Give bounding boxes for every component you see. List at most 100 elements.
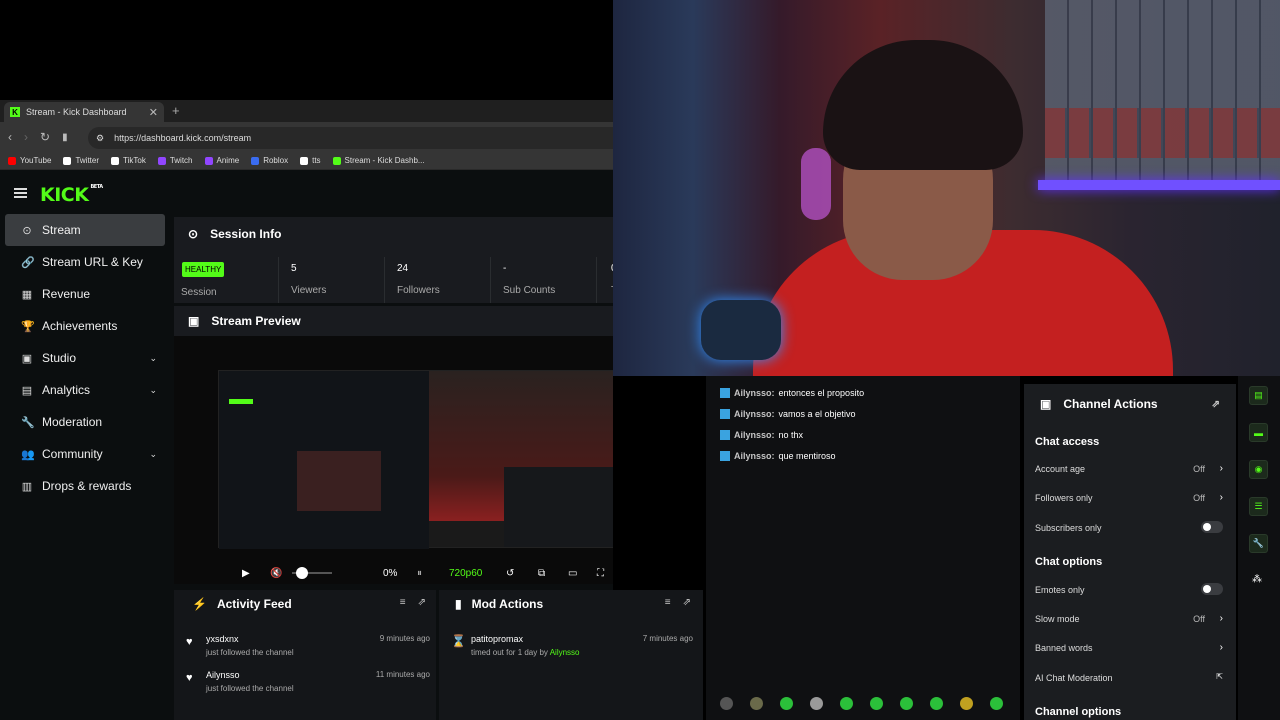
ai-moderation-row[interactable]: AI Chat Moderation ⇱ bbox=[1035, 672, 1223, 683]
more-icon[interactable]: ⁂ bbox=[1252, 574, 1262, 585]
feed-user[interactable]: Ailynsso bbox=[206, 670, 240, 680]
play-icon[interactable]: ▶ bbox=[242, 568, 250, 579]
emote-icon[interactable] bbox=[900, 697, 913, 710]
popout-icon[interactable]: ⇗ bbox=[418, 597, 426, 608]
heart-icon: ♥ bbox=[186, 672, 193, 684]
preview-icon: ▣ bbox=[188, 314, 200, 328]
sidebar-item-moderation[interactable]: 🔧 Moderation bbox=[5, 406, 165, 438]
subs-stat: - Sub Counts bbox=[490, 257, 596, 303]
filter-icon[interactable]: ≡ bbox=[665, 597, 671, 608]
followers-only-row[interactable]: Followers only Off › bbox=[1035, 492, 1223, 503]
popout-icon[interactable]: ⇗ bbox=[1212, 399, 1220, 410]
emotes-only-toggle[interactable] bbox=[1201, 583, 1223, 595]
mod-action-desc: timed out for 1 day by Ailynsso bbox=[471, 648, 580, 657]
volume-handle[interactable] bbox=[296, 567, 308, 579]
chevron-down-icon[interactable]: ⌄ bbox=[149, 353, 157, 364]
channel-actions-title: Channel Actions bbox=[1063, 397, 1158, 411]
bookmark-label: Anime bbox=[216, 156, 240, 165]
bookmark-item[interactable]: Twitter bbox=[63, 156, 99, 165]
subscribers-only-row: Subscribers only bbox=[1035, 521, 1223, 533]
filter-icon[interactable]: ≡ bbox=[400, 597, 406, 608]
address-bar-row: ‹ › ↻ ▮ ⚙ https://dashboard.kick.com/str… bbox=[0, 122, 613, 152]
stream-preview-player[interactable]: ▶ 🔇 0% ⏸ 720p60 ↺ ⧉ ▭ ⛶ ⚙ bbox=[174, 336, 613, 584]
bookmark-item[interactable]: Roblox bbox=[251, 156, 288, 165]
sidebar-item-label: Community bbox=[42, 447, 103, 461]
new-tab-button[interactable]: + bbox=[172, 103, 180, 118]
broadcast-icon[interactable]: ◉ bbox=[1249, 460, 1268, 479]
menu-icon[interactable] bbox=[14, 188, 27, 198]
chevron-right-icon: › bbox=[1219, 613, 1223, 624]
sidebar-item-analytics[interactable]: ▤ Analytics ⌄ bbox=[5, 374, 165, 406]
sidebar-item-stream-url-key[interactable]: 🔗 Stream URL & Key bbox=[5, 246, 165, 278]
bookmark-icon[interactable]: ▮ bbox=[62, 132, 68, 143]
emote-bar bbox=[720, 697, 1003, 710]
chevron-down-icon[interactable]: ⌄ bbox=[149, 449, 157, 460]
chat-bubble-icon[interactable]: ▬ bbox=[1249, 423, 1268, 442]
chat-text: no thx bbox=[778, 430, 804, 440]
sidebar-item-drops-rewards[interactable]: ▥ Drops & rewards bbox=[5, 470, 165, 502]
session-info-card: ⊙ Session Info HEALTHY Session 5 Viewers… bbox=[174, 217, 613, 303]
sidebar-item-label: Analytics bbox=[42, 383, 91, 397]
subscribers-only-toggle[interactable] bbox=[1201, 521, 1223, 533]
mute-icon[interactable]: 🔇 bbox=[270, 568, 282, 579]
clipboard-icon[interactable]: ▤ bbox=[1249, 386, 1268, 405]
mod-target-user[interactable]: patitopromax bbox=[471, 634, 523, 644]
sidebar-item-revenue[interactable]: ▦ Revenue bbox=[5, 278, 165, 310]
sidebar-item-stream[interactable]: ⊙ Stream bbox=[5, 214, 165, 246]
quality-label[interactable]: 720p60 bbox=[449, 568, 482, 579]
analytics-icon: ▤ bbox=[21, 384, 33, 397]
rewind-icon[interactable]: ↺ bbox=[506, 568, 514, 579]
account-age-row[interactable]: Account age Off › bbox=[1035, 463, 1223, 474]
url-field[interactable]: ⚙ https://dashboard.kick.com/stream bbox=[88, 127, 613, 149]
theater-icon[interactable]: ▭ bbox=[568, 568, 577, 579]
sidebar-item-studio[interactable]: ▣ Studio ⌄ bbox=[5, 342, 165, 374]
emote-icon[interactable] bbox=[930, 697, 943, 710]
tab-title: Stream - Kick Dashboard bbox=[26, 107, 127, 117]
chat-username[interactable]: Ailynsso: bbox=[734, 388, 775, 398]
bookmark-item[interactable]: TikTok bbox=[111, 156, 146, 165]
emote-icon[interactable] bbox=[960, 697, 973, 710]
reload-icon[interactable]: ↻ bbox=[40, 130, 50, 144]
wrench-icon[interactable]: 🔧 bbox=[1249, 534, 1268, 553]
bookmark-item[interactable]: Twitch bbox=[157, 156, 193, 165]
emote-icon[interactable] bbox=[990, 697, 1003, 710]
chevron-right-icon: › bbox=[1219, 642, 1223, 653]
forward-icon[interactable]: › bbox=[24, 130, 28, 144]
list-icon[interactable]: ☰ bbox=[1249, 497, 1268, 516]
chat-username[interactable]: Ailynsso: bbox=[734, 409, 775, 419]
emote-icon[interactable] bbox=[750, 697, 763, 710]
slow-mode-row[interactable]: Slow mode Off › bbox=[1035, 613, 1223, 624]
bookmark-favicon-icon bbox=[204, 156, 213, 165]
sidebar-item-achievements[interactable]: 🏆 Achievements bbox=[5, 310, 165, 342]
back-icon[interactable]: ‹ bbox=[8, 130, 12, 144]
emote-icon[interactable] bbox=[870, 697, 883, 710]
right-tool-rail: ▤ ▬ ◉ ☰ 🔧 ⁂ bbox=[1238, 376, 1280, 720]
activity-feed-tools: ≡ ⇗ bbox=[400, 597, 426, 608]
microphone bbox=[701, 300, 781, 360]
chat-access-heading: Chat access bbox=[1035, 436, 1100, 448]
fullscreen-icon[interactable]: ⛶ bbox=[597, 568, 604, 579]
collectibles-shelf-lower bbox=[1045, 108, 1280, 158]
chevron-down-icon[interactable]: ⌄ bbox=[149, 385, 157, 396]
mod-actions-panel-right: ≡ ⇗ bbox=[613, 590, 703, 720]
close-tab-icon[interactable]: ✕ bbox=[149, 106, 158, 119]
chat-username[interactable]: Ailynsso: bbox=[734, 430, 775, 440]
emote-icon[interactable] bbox=[780, 697, 793, 710]
browser-tab[interactable]: K Stream - Kick Dashboard ✕ bbox=[4, 102, 164, 122]
popout-icon[interactable]: ⇗ bbox=[683, 597, 691, 608]
banned-words-row[interactable]: Banned words › bbox=[1035, 642, 1223, 653]
pip-icon[interactable]: ⧉ bbox=[538, 568, 545, 579]
sidebar-item-community[interactable]: 👥 Community ⌄ bbox=[5, 438, 165, 470]
emote-icon[interactable] bbox=[840, 697, 853, 710]
emote-icon[interactable] bbox=[720, 697, 733, 710]
bookmark-item[interactable]: Anime bbox=[204, 156, 240, 165]
bookmark-item[interactable]: YouTube bbox=[8, 156, 51, 165]
headphones bbox=[801, 148, 831, 220]
kick-logo[interactable]: KICK BETA bbox=[40, 184, 103, 206]
site-info-icon[interactable]: ⚙ bbox=[96, 133, 104, 144]
bookmark-item[interactable]: tts bbox=[300, 156, 321, 165]
bookmark-item[interactable]: Stream - Kick Dashb... bbox=[332, 156, 425, 165]
feed-user[interactable]: yxsdxnx bbox=[206, 634, 239, 644]
chat-username[interactable]: Ailynsso: bbox=[734, 451, 775, 461]
emote-icon[interactable] bbox=[810, 697, 823, 710]
